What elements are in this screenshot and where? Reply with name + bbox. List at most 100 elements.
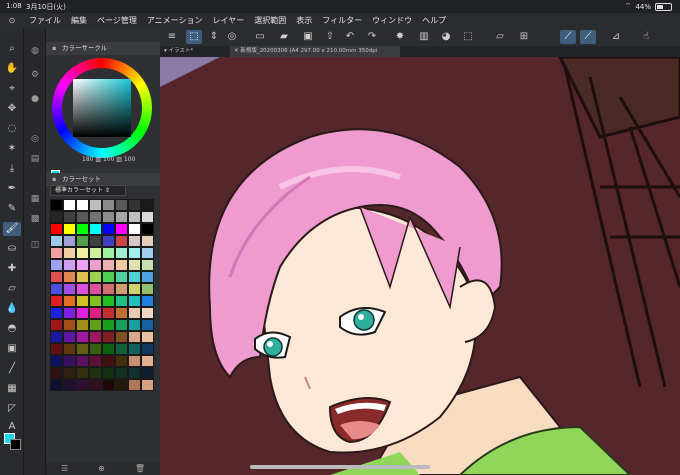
color-swatch[interactable] [76,271,89,283]
color-swatch[interactable] [141,355,154,367]
fill-icon[interactable]: ◓ [3,322,21,336]
color-set-dropdown[interactable]: 標準カラーセット ⇕ [50,185,126,196]
color-swatch[interactable] [63,223,76,235]
eraser-icon[interactable]: ▱ [3,282,21,296]
color-swatch[interactable] [76,367,89,379]
delete-color-icon[interactable]: 🗑 [135,464,145,473]
color-swatch[interactable] [115,211,128,223]
color-swatch[interactable] [141,367,154,379]
panel-menu-icon[interactable]: ☰ [61,464,68,473]
menu-filter[interactable]: フィルター [317,15,367,26]
color-swatch[interactable] [102,331,115,343]
menu-file[interactable]: ファイル [24,15,66,26]
color-swatch[interactable] [50,211,63,223]
color-swatch[interactable] [128,295,141,307]
color-swatch[interactable] [63,283,76,295]
color-swatch[interactable] [102,223,115,235]
hand-icon[interactable]: ☝ [638,30,654,44]
color-swatch[interactable] [89,235,102,247]
color-swatch[interactable] [76,247,89,259]
color-swatch[interactable] [102,247,115,259]
color-slider-tab-icon[interactable]: ▤ [28,152,42,166]
color-swatch[interactable] [89,223,102,235]
color-swatch[interactable] [76,307,89,319]
color-swatch[interactable] [63,247,76,259]
brush-size-icon[interactable]: ● [28,92,42,106]
color-swatch[interactable] [50,367,63,379]
color-swatch[interactable] [115,319,128,331]
ruler-icon[interactable]: ◸ [3,402,21,416]
color-swatch[interactable] [89,199,102,211]
color-swatch[interactable] [50,271,63,283]
color-swatch[interactable] [89,379,102,391]
saturation-value-square[interactable] [73,79,131,137]
save-icon[interactable]: ▣ [300,30,316,44]
color-swatch[interactable] [128,319,141,331]
color-swatch[interactable] [76,319,89,331]
color-swatch[interactable] [89,259,102,271]
color-swatch[interactable] [76,259,89,271]
color-swatch[interactable] [50,235,63,247]
zoom-icon[interactable]: ⌕ [3,42,21,56]
redo-icon[interactable]: ↷ [364,30,380,44]
home-indicator[interactable] [250,465,430,469]
color-swatch[interactable] [141,331,154,343]
color-swatch[interactable] [50,247,63,259]
color-swatch[interactable] [141,223,154,235]
color-swatch[interactable] [141,295,154,307]
color-wheel[interactable] [52,58,152,158]
color-swatch[interactable] [89,283,102,295]
color-swatch[interactable] [76,379,89,391]
intermediate-color-tab-icon[interactable]: ▩ [28,212,42,226]
color-swatch[interactable] [76,283,89,295]
new-canvas-icon[interactable]: ▭ [252,30,268,44]
open-icon[interactable]: ▰ [276,30,292,44]
color-swatch[interactable] [115,355,128,367]
menu-selection[interactable]: 選択範囲 [249,15,291,26]
tab-current-canvas[interactable]: ✕ 新規版_20200306 (A4 297.00 x 210.00mm 350… [230,46,400,65]
color-swatch[interactable] [115,199,128,211]
gradient-icon[interactable]: ▣ [3,342,21,356]
color-swatch[interactable] [115,247,128,259]
color-swatch[interactable] [76,211,89,223]
color-swatch[interactable] [102,283,115,295]
color-swatch[interactable] [50,331,63,343]
crop-icon[interactable]: ⊞ [516,30,532,44]
color-swatch[interactable] [76,199,89,211]
color-swatch[interactable] [115,331,128,343]
color-swatch[interactable] [63,367,76,379]
layer-tab-icon[interactable]: ◫ [28,238,42,252]
sub-color-swatch[interactable] [10,439,21,450]
color-swatch[interactable] [63,379,76,391]
color-swatch[interactable] [128,247,141,259]
clear-icon[interactable]: ✸ [392,30,408,44]
color-swatch[interactable] [115,271,128,283]
color-swatch[interactable] [50,343,63,355]
snap-ruler-icon[interactable]: ⟋ [560,30,576,44]
color-swatch[interactable] [128,211,141,223]
arrange-icon[interactable]: ⇕ [206,30,222,44]
color-swatch[interactable] [115,307,128,319]
color-swatch[interactable] [63,235,76,247]
color-swatch[interactable] [63,319,76,331]
color-swatch[interactable] [50,283,63,295]
color-swatch[interactable] [89,211,102,223]
color-swatch[interactable] [141,271,154,283]
color-swatch[interactable] [63,199,76,211]
color-set-tab-icon[interactable]: ▦ [28,192,42,206]
operation-icon[interactable]: ⌖ [3,82,21,96]
clear-outside-icon[interactable]: ▥ [416,30,432,44]
undo-icon[interactable]: ↶ [342,30,358,44]
color-swatch[interactable] [63,271,76,283]
color-swatch[interactable] [102,295,115,307]
color-swatch[interactable] [115,379,128,391]
snap-grid-icon[interactable]: ⊿ [608,30,624,44]
color-swatch[interactable] [76,223,89,235]
color-swatch[interactable] [128,343,141,355]
color-swatch[interactable] [128,379,141,391]
add-color-icon[interactable]: ⊕ [98,464,105,473]
color-swatch[interactable] [102,259,115,271]
color-swatch[interactable] [128,223,141,235]
color-swatch[interactable] [128,283,141,295]
menu-window[interactable]: ウィンドウ [367,15,417,26]
